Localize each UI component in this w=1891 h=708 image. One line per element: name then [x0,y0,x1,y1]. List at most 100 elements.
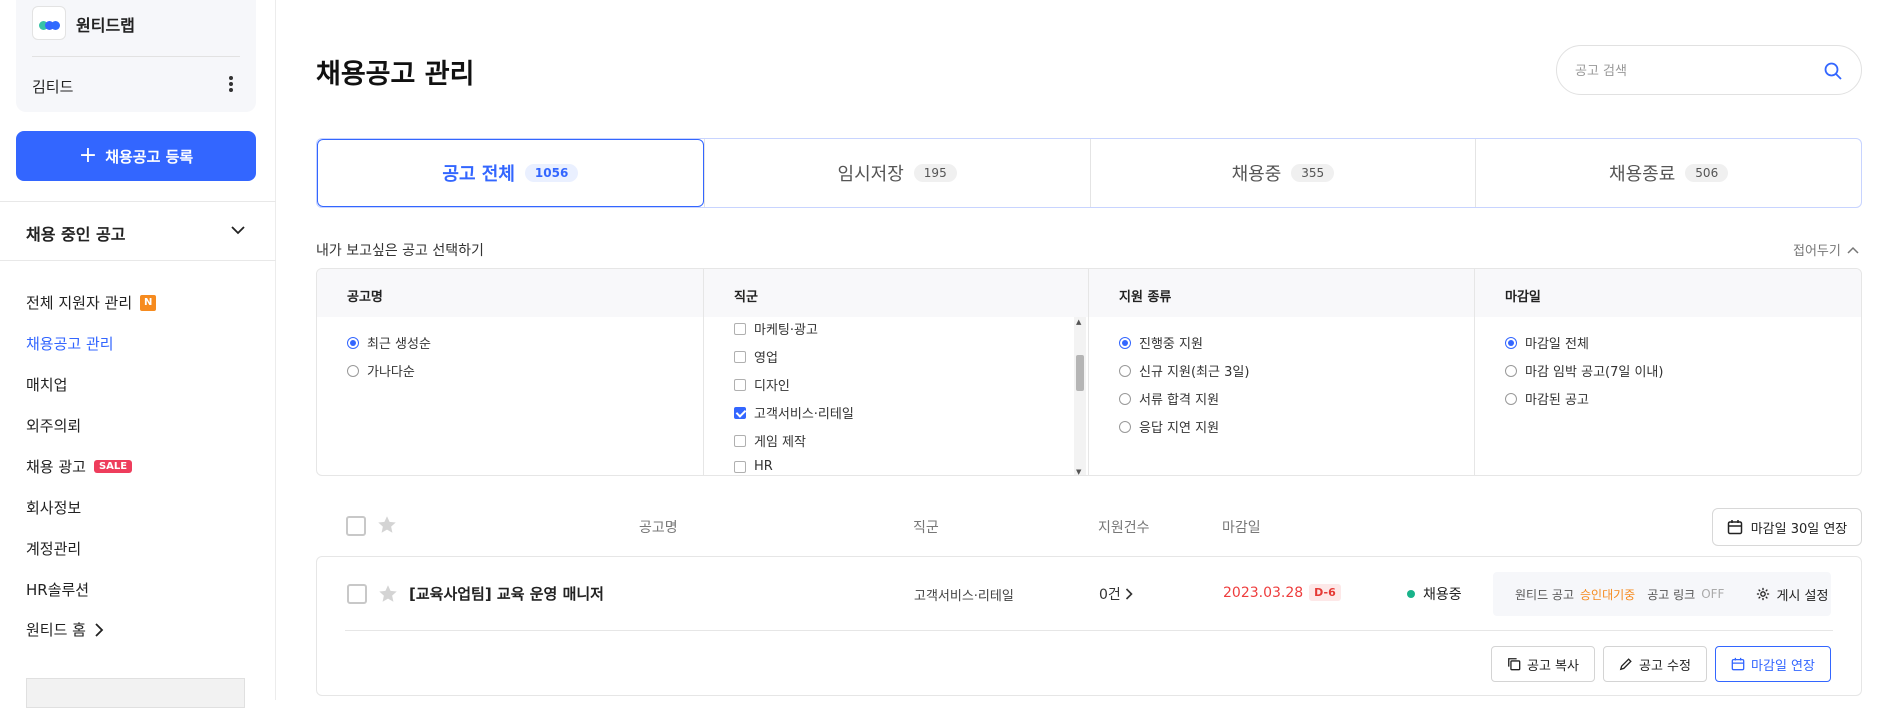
filter-column-deadline: 마감일 마감일 전체 마감 임박 공고(7일 이내) 마감된 공고 [1474,269,1861,475]
select-all-checkbox[interactable] [346,516,366,536]
radio-button[interactable] [1119,364,1131,377]
checkbox-option-hr[interactable]: HR [734,459,773,474]
sidebar-item-recruit-ads[interactable]: 채용 광고 SALE [26,456,133,477]
option-label: HR [754,459,773,474]
posting-status-box: 원티드 공고 승인대기중 공고 링크 OFF 게시 설정 [1493,572,1831,616]
checkbox[interactable] [734,378,746,391]
option-label: 마케팅·광고 [754,323,818,338]
checkbox[interactable] [734,350,746,363]
tab-all[interactable]: 공고 전체 1056 [317,139,704,207]
option-label: 최근 생성순 [367,337,431,352]
sidebar-item-company-info[interactable]: 회사정보 [26,497,81,518]
plus-icon: + [78,143,98,168]
radio-option-delayed[interactable]: 응답 지연 지원 [1119,417,1219,436]
checkbox-option-customer-service[interactable]: 고객서비스·리테일 [734,403,854,422]
scroll-up-arrow-icon[interactable]: ▲ [1076,318,1081,326]
status-dot-icon [1407,590,1415,598]
radio-option-imminent[interactable]: 마감 임박 공고(7일 이내) [1505,361,1663,380]
sidebar-item-job-postings[interactable]: 채용공고 관리 [26,333,114,354]
section-title[interactable]: 채용 중인 공고 [26,221,125,245]
checkbox-option-sales[interactable]: 영업 [734,347,778,366]
collapse-filter-button[interactable]: 접어두기 [1793,240,1859,259]
tab-count-badge: 195 [913,164,957,182]
tab-label: 채용중 [1231,164,1282,185]
scrollbar-thumb[interactable] [1076,355,1084,391]
sidebar: 원티드랩 김티드 + 채용공고 등록 채용 중인 공고 전체 지원자 관리 N … [0,0,276,708]
sidebar-item-wanted-home[interactable]: 원티드 홈 [26,619,104,640]
search-box[interactable] [1556,45,1862,95]
banner-thumbnail[interactable] [26,678,245,708]
divider [345,630,1833,631]
tab-label: 채용종료 [1609,164,1676,185]
sidebar-item-label: 매치업 [26,376,68,394]
filter-column-header: 공고명 [317,269,703,317]
chevron-down-icon[interactable] [230,222,246,238]
radio-option-in-progress[interactable]: 진행중 지원 [1119,333,1203,352]
button-label: 마감일 연장 [1751,658,1815,674]
option-label: 영업 [754,351,778,366]
sidebar-item-all-applicants[interactable]: 전체 지원자 관리 N [26,292,157,313]
sidebar-item-label: HR솔루션 [26,581,90,599]
more-options-icon[interactable] [228,76,234,92]
tab-closed[interactable]: 채용종료 506 [1475,139,1861,207]
checkbox-option-marketing[interactable]: 마케팅·광고 [734,319,818,338]
radio-button[interactable] [1505,364,1517,377]
tab-drafts[interactable]: 임시저장 195 [703,139,1090,207]
radio-option-new[interactable]: 신규 지원(최근 3일) [1119,361,1249,380]
radio-button[interactable] [347,336,359,349]
extend-all-deadline-button[interactable]: 마감일 30일 연장 [1712,508,1862,546]
filter-label: 내가 보고싶은 공고 선택하기 [316,243,484,259]
sidebar-item-label: 원티드 홈 [26,621,86,639]
star-icon[interactable] [377,583,399,605]
radio-button[interactable] [1119,336,1131,349]
sidebar-item-outsourcing[interactable]: 외주의뢰 [26,415,81,436]
column-header-title: 공고명 [639,520,678,536]
checkbox[interactable] [734,322,746,335]
tab-hiring[interactable]: 채용중 355 [1089,139,1476,207]
sidebar-item-label: 채용 광고 [26,458,86,476]
checkbox-option-game[interactable]: 게임 제작 [734,431,806,450]
radio-button[interactable] [347,364,359,377]
option-label: 가나다순 [367,365,415,380]
column-header-applications: 지원건수 [1098,520,1150,536]
button-label: 마감일 30일 연장 [1750,521,1848,537]
edit-posting-button[interactable]: 공고 수정 [1603,646,1707,682]
radio-option-all-deadlines[interactable]: 마감일 전체 [1505,333,1589,352]
sidebar-item-matchup[interactable]: 매치업 [26,374,67,395]
copy-posting-button[interactable]: 공고 복사 [1491,646,1595,682]
extend-deadline-button[interactable]: 마감일 연장 [1715,646,1831,682]
radio-option-passed[interactable]: 서류 합격 지원 [1119,389,1219,408]
tab-label: 임시저장 [837,164,904,185]
search-input[interactable] [1575,60,1805,82]
sidebar-item-hr-solution[interactable]: HR솔루션 [26,579,89,600]
radio-option-closed[interactable]: 마감된 공고 [1505,389,1589,408]
radio-button[interactable] [1119,420,1131,433]
radio-button[interactable] [1505,336,1517,349]
radio-button[interactable] [1119,392,1131,405]
option-label: 디자인 [754,379,790,394]
radio-option-alphabetical[interactable]: 가나다순 [347,361,415,380]
scrollbar[interactable]: ▲ ▼ [1074,317,1086,475]
register-job-posting-button[interactable]: + 채용공고 등록 [16,131,256,181]
checkbox[interactable] [734,460,746,473]
checkbox[interactable] [734,434,746,447]
sidebar-item-account[interactable]: 계정관리 [26,538,81,559]
filter-column-application-type: 지원 종류 진행중 지원 신규 지원(최근 3일) 서류 합격 지원 응답 지연… [1088,269,1474,475]
post-settings-button[interactable]: 게시 설정 [1756,585,1828,604]
checkbox[interactable] [734,406,746,419]
copy-icon [1508,658,1521,671]
row-checkbox[interactable] [347,584,367,604]
radio-button[interactable] [1505,392,1517,405]
checkbox-option-design[interactable]: 디자인 [734,375,790,394]
radio-option-recent[interactable]: 최근 생성순 [347,333,431,352]
scroll-down-arrow-icon[interactable]: ▼ [1076,468,1081,475]
search-icon[interactable] [1823,61,1843,81]
star-icon[interactable] [376,514,398,536]
job-title-link[interactable]: [교육사업팀] 교육 운영 매니저 [409,583,604,604]
application-count-link[interactable]: 0건 [1099,584,1133,604]
chevron-right-icon [1125,588,1133,600]
filter-column-header: 직군 [704,269,1088,317]
collapse-label: 접어두기 [1793,244,1841,259]
status-label: 채용중 [1423,587,1462,603]
company-logo [32,6,66,40]
